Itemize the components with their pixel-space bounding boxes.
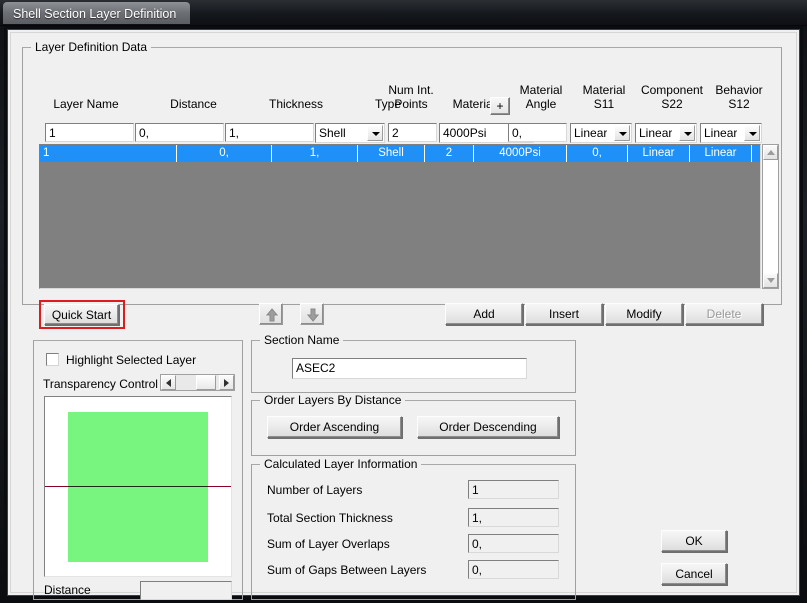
grid-vertical-scrollbar[interactable]	[762, 144, 779, 289]
order-ascending-button[interactable]: Order Ascending	[267, 416, 402, 438]
highlight-selected-layer-label: Highlight Selected Layer	[66, 353, 197, 367]
delete-button: Delete	[685, 303, 763, 325]
cell-component-s22: Linear	[690, 145, 752, 162]
cancel-button[interactable]: Cancel	[661, 563, 727, 585]
layer-definition-data-legend: Layer Definition Data	[31, 40, 152, 54]
section-name-legend: Section Name	[260, 333, 344, 347]
component-s22-combo[interactable]: Linear	[635, 123, 697, 143]
add-button[interactable]: Add	[445, 303, 523, 325]
chevron-down-icon[interactable]	[744, 125, 760, 141]
material-s11-combo[interactable]: Linear	[570, 123, 632, 143]
type-combo[interactable]: Shell	[315, 123, 385, 143]
total-section-thickness-value: 1,	[468, 508, 559, 527]
arrow-up-icon	[266, 308, 278, 322]
column-header-behavior-s12-line2: S12	[728, 97, 750, 111]
transparency-increase-icon[interactable]	[219, 375, 234, 390]
cell-material: 4000Psi	[474, 145, 567, 162]
cell-distance: 0,	[177, 145, 272, 162]
highlight-selected-layer-checkbox[interactable]	[46, 353, 59, 366]
cell-num-int-points: 2	[425, 145, 474, 162]
order-descending-button[interactable]: Order Descending	[417, 416, 559, 438]
total-section-thickness-label: Total Section Thickness	[267, 511, 393, 525]
column-header-component-s22-line2: S22	[661, 97, 683, 111]
num-int-points-input[interactable]: 2	[388, 123, 437, 142]
thickness-input[interactable]: 1,	[225, 123, 314, 142]
number-of-layers-value: 1	[468, 480, 559, 499]
cell-behavior-s12: Linear	[752, 145, 760, 162]
scroll-down-icon[interactable]	[763, 273, 778, 288]
column-header-behavior-s12-line1: Behavior	[715, 83, 763, 97]
material-angle-input[interactable]: 0,	[508, 123, 567, 142]
type-combo-value: Shell	[319, 126, 346, 140]
transparency-control-slider[interactable]	[160, 374, 235, 391]
number-of-layers-label: Number of Layers	[267, 483, 363, 497]
section-name-input[interactable]: ASEC2	[292, 358, 527, 379]
sum-of-layer-overlaps-value: 0,	[468, 534, 559, 553]
order-layers-legend: Order Layers By Distance	[260, 393, 406, 407]
column-header-thickness: Thickness	[268, 97, 324, 111]
cell-material-angle: 0,	[567, 145, 628, 162]
layer-midline	[68, 486, 208, 487]
cell-layer-name: 1	[40, 145, 177, 162]
column-header-material-s11-line1: Material	[582, 83, 626, 97]
move-layer-up-button[interactable]	[259, 303, 283, 325]
ok-button[interactable]: OK	[661, 530, 727, 552]
sum-of-gaps-between-layers-value: 0,	[468, 560, 559, 579]
table-row[interactable]: 1 0, 1, Shell 2 4000Psi 0, Linear Linear…	[40, 145, 760, 162]
material-s11-value: Linear	[574, 126, 608, 140]
calculated-layer-information-legend: Calculated Layer Information	[260, 457, 422, 471]
distance-readout-label: Distance	[44, 583, 91, 597]
arrow-down-icon	[307, 308, 319, 322]
cell-type: Shell	[358, 145, 425, 162]
column-header-material-s11-line2: S11	[593, 97, 615, 111]
dialog-frame-inner: Layer Definition Data Layer Name Distanc…	[7, 29, 800, 600]
chevron-down-icon[interactable]	[679, 125, 695, 141]
transparency-track[interactable]	[176, 375, 219, 390]
desktop-background: Shell Section Layer Definition Layer Def…	[0, 0, 807, 603]
component-s22-value: Linear	[639, 126, 673, 140]
move-layer-down-button[interactable]	[300, 303, 324, 325]
window-titlebar: Shell Section Layer Definition	[0, 0, 807, 26]
window-title: Shell Section Layer Definition	[3, 2, 191, 24]
insert-button[interactable]: Insert	[525, 303, 603, 325]
transparency-control-label: Transparency Control	[43, 377, 158, 391]
quick-start-button[interactable]: Quick Start	[44, 304, 119, 325]
material-combo-value: 4000Psi	[443, 126, 487, 140]
dialog-frame: Layer Definition Data Layer Name Distanc…	[4, 26, 803, 600]
layer-preview-canvas	[44, 396, 232, 577]
layer-name-input[interactable]: 1	[45, 123, 134, 142]
chevron-down-icon[interactable]	[367, 125, 383, 141]
cell-thickness: 1,	[272, 145, 358, 162]
column-header-distance: Distance	[170, 97, 217, 111]
cell-material-s11: Linear	[628, 145, 690, 162]
behavior-s12-value: Linear	[704, 126, 738, 140]
column-header-component-s22-line1: Component	[640, 83, 704, 97]
scroll-up-icon[interactable]	[763, 145, 778, 160]
distance-input[interactable]: 0,	[135, 123, 224, 142]
transparency-thumb[interactable]	[196, 375, 216, 390]
transparency-decrease-icon[interactable]	[161, 375, 176, 390]
distance-readout-value	[140, 581, 232, 600]
behavior-s12-combo[interactable]: Linear	[700, 123, 762, 143]
column-header-num-int-points-line1: Num Int.	[388, 83, 434, 97]
sum-of-layer-overlaps-label: Sum of Layer Overlaps	[267, 537, 390, 551]
layer-slab-shape	[68, 412, 208, 562]
shell-section-layer-definition-dialog: Layer Definition Data Layer Name Distanc…	[10, 32, 797, 600]
sum-of-gaps-between-layers-label: Sum of Gaps Between Layers	[267, 563, 427, 577]
modify-button[interactable]: Modify	[605, 303, 683, 325]
chevron-down-icon[interactable]	[614, 125, 630, 141]
column-header-layer-name: Layer Name	[53, 97, 119, 111]
add-material-button[interactable]: +	[490, 97, 510, 115]
layers-grid[interactable]: 1 0, 1, Shell 2 4000Psi 0, Linear Linear…	[39, 144, 761, 289]
